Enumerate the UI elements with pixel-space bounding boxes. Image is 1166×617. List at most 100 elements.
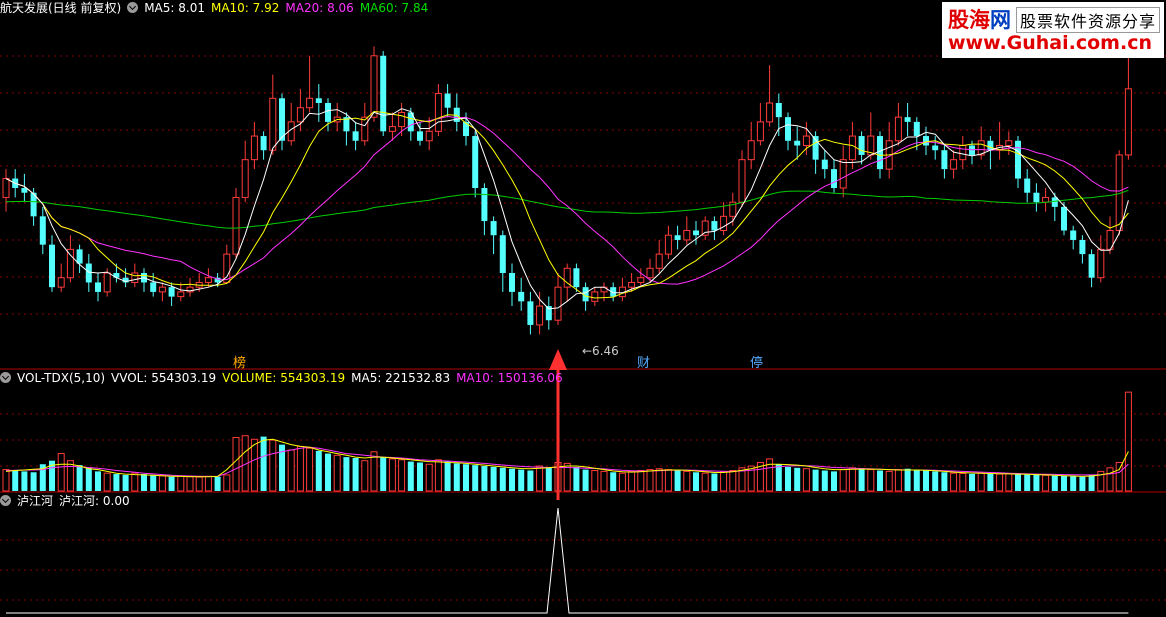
volume-bar-down: [582, 469, 589, 491]
volume-bar-up: [57, 453, 65, 492]
volume-bar-down: [141, 474, 147, 491]
candle-body-down: [1033, 192, 1040, 203]
candle-body-down: [150, 282, 157, 292]
candle-body-up: [2, 178, 10, 198]
candle-body-up: [1124, 88, 1132, 156]
candle-body-down: [39, 216, 46, 245]
volume-bar-down: [904, 468, 911, 491]
volume-bar-up: [103, 472, 111, 492]
candle-body-down: [168, 287, 175, 297]
vvol-legend: VVOL: 554303.19: [111, 371, 217, 385]
candle-body-down: [518, 291, 525, 302]
candle-body-up: [1097, 248, 1105, 279]
candle-body-down: [325, 103, 331, 122]
volume-bar-up: [269, 439, 277, 492]
tag-bang[interactable]: 榜: [233, 352, 246, 371]
candle-body-down: [858, 136, 865, 155]
logo-url: www.Guhai.com.cn: [948, 32, 1152, 54]
candle-body-up: [232, 196, 240, 255]
volume-bar-down: [941, 472, 948, 491]
volume-bar-up: [434, 459, 442, 492]
candle-body-up: [131, 272, 139, 283]
candle-body-up: [683, 230, 691, 241]
volume-bar-down: [775, 464, 782, 491]
volume-bar-down: [113, 474, 120, 491]
volume-bar-up: [701, 472, 709, 492]
candle-body-up: [655, 253, 663, 269]
volume-bar-up: [306, 447, 314, 492]
volume-bar-down: [573, 466, 580, 491]
volume-bar-up: [1115, 461, 1123, 492]
ma60-legend: MA60: 7.84: [359, 1, 429, 15]
volume-bar-up: [388, 458, 396, 492]
chevron-down-icon[interactable]: [0, 495, 11, 506]
candle-body-up: [388, 126, 396, 132]
candle-body-down: [499, 235, 506, 273]
candle-body-down: [279, 98, 285, 141]
volume-bar-down: [527, 470, 534, 491]
candle-body-down: [711, 221, 718, 231]
logo-name-b: 网: [990, 8, 1011, 32]
volume-bar-down: [1061, 476, 1067, 491]
volume-bar-up: [683, 470, 691, 492]
volume-bar-up: [729, 469, 737, 492]
chevron-down-icon[interactable]: [0, 372, 11, 383]
volume-bar-down: [260, 436, 267, 491]
candle-body-up: [637, 277, 645, 283]
candle-body-up: [950, 159, 958, 170]
candle-body-up: [959, 145, 967, 161]
volume-bar-down: [858, 468, 865, 491]
candle-body-up: [738, 159, 746, 203]
signal-indicator-name: 泸江河: [17, 494, 54, 508]
volume-bar-down: [610, 472, 617, 491]
vol-ma5-legend: MA5: 221532.83: [351, 371, 451, 385]
volume-bar-down: [812, 469, 819, 491]
logo-slogan: 股票软件资源分享: [1016, 7, 1161, 33]
chart-window: { "header_main": { "stock_title": "航天发展(…: [0, 0, 1166, 617]
volume-bar-down: [21, 471, 28, 491]
volume-bar-down: [932, 471, 939, 491]
candle-body-down: [904, 117, 911, 122]
volume-bar-down: [693, 472, 699, 491]
candle-body-down: [573, 268, 580, 288]
candle-body-up: [177, 291, 185, 298]
chevron-down-icon[interactable]: [127, 2, 139, 13]
vol-ma10-legend: MA10: 150136.06: [456, 371, 563, 385]
candle-body-down: [527, 301, 534, 325]
candle-body-up: [1042, 196, 1050, 203]
candle-body-up: [425, 130, 433, 142]
volume-bar-up: [1106, 467, 1114, 492]
volume-bar-down: [923, 470, 929, 491]
chart-canvas: [0, 36, 1166, 614]
volume-bar-down: [407, 461, 414, 491]
volume-bar-up: [996, 473, 1004, 492]
tag-ting[interactable]: 停: [750, 352, 763, 371]
volume-bar-up: [177, 475, 185, 492]
candle-body-down: [1088, 254, 1095, 278]
logo-name-a: 股海: [948, 8, 990, 32]
volume-bar-up: [959, 473, 967, 492]
volume-bar-down: [794, 467, 801, 491]
candle-body-up: [766, 102, 774, 123]
candle-body-down: [490, 221, 497, 236]
candle-body-up: [646, 267, 654, 279]
candle-body-down: [76, 249, 83, 264]
volume-bar-up: [655, 468, 663, 492]
volume-bar-down: [987, 473, 994, 491]
candle-body-down: [260, 136, 267, 151]
low-price-label: ←6.46: [582, 344, 619, 358]
volume-bar-down: [969, 473, 975, 491]
volume-bar-up: [536, 465, 544, 492]
volume-bar-up: [1042, 474, 1050, 492]
volume-bar-down: [674, 470, 681, 491]
volume-bar-up: [600, 470, 608, 492]
volume-bar-down: [343, 457, 350, 491]
volume-bar-up: [591, 469, 599, 492]
volume-bar-up: [848, 467, 856, 492]
tag-cai[interactable]: 财: [637, 352, 650, 371]
volume-bar-up: [766, 458, 774, 492]
volume-bar-down: [168, 476, 175, 491]
volume-bar-up: [1124, 391, 1132, 492]
volume-bar-down: [518, 469, 525, 491]
volume-bar-down: [481, 466, 488, 491]
